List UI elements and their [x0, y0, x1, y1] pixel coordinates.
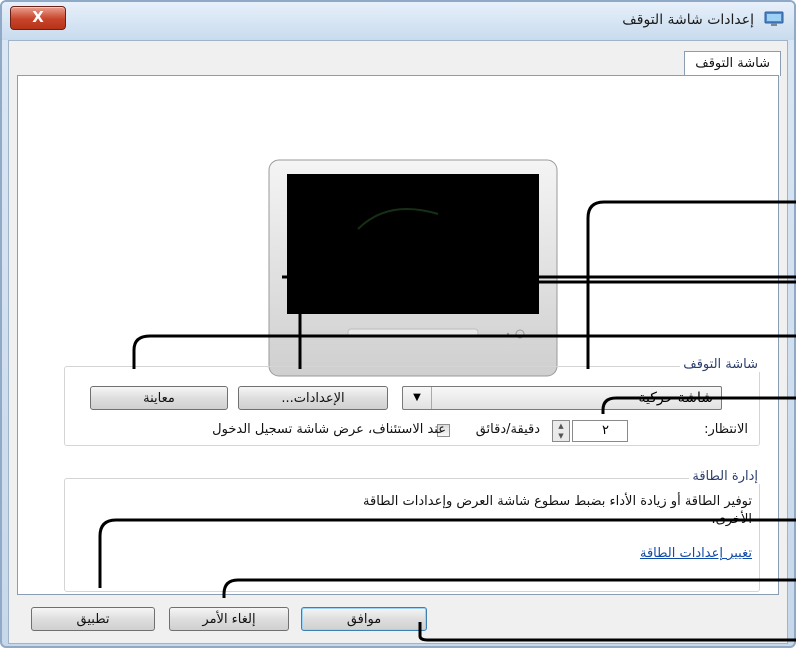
wait-minutes-spinner[interactable]: ▲ ▼ [552, 420, 570, 442]
settings-button[interactable]: الإعدادات... [238, 386, 388, 410]
wait-minutes-value: ٢ [602, 423, 609, 438]
minutes-label: دقيقة/دقائق [475, 422, 540, 437]
chevron-down-icon: ▼ [403, 387, 432, 409]
change-power-settings-link[interactable]: تغيير إعدادات الطاقة [640, 546, 752, 561]
dialog-body: شاشة التوقف شاشة التوقف ▼ شاشة حركية الإ… [8, 40, 788, 644]
screensaver-settings-window: X إعدادات شاشة التوقف شاشة التوقف شاشة ا… [0, 0, 796, 648]
preview-button[interactable]: معاينة [90, 386, 228, 410]
power-group-label: إدارة الطاقة [689, 469, 761, 484]
spin-up-icon[interactable]: ▲ [553, 421, 569, 431]
title-bar[interactable]: X إعدادات شاشة التوقف [2, 2, 794, 40]
spin-down-icon[interactable]: ▼ [553, 431, 569, 441]
apply-button[interactable]: تطبيق [31, 607, 155, 631]
wait-label: الانتظار: [704, 422, 748, 437]
tab-panel: شاشة التوقف ▼ شاشة حركية الإعدادات... مع… [17, 75, 779, 595]
power-description-line2: الأخرى. [711, 512, 752, 527]
resume-login-label[interactable]: عند الاستئناف، عرض شاشة تسجيل الدخول [212, 422, 446, 437]
screensaver-select[interactable]: ▼ شاشة حركية [402, 386, 722, 410]
tab-screensaver[interactable]: شاشة التوقف [684, 51, 781, 76]
close-button[interactable]: X [10, 6, 66, 30]
screensaver-group-label: شاشة التوقف [680, 357, 761, 372]
power-description-line1: توفير الطاقة أو زيادة الأداء بضبط سطوع ش… [363, 494, 752, 509]
cancel-button[interactable]: إلغاء الأمر [169, 607, 289, 631]
window-title: إعدادات شاشة التوقف [622, 12, 754, 28]
wait-minutes-input[interactable]: ٢ [572, 420, 628, 442]
ok-button[interactable]: موافق [301, 607, 427, 631]
display-settings-icon [764, 11, 784, 26]
screensaver-select-value: شاشة حركية [638, 390, 713, 406]
monitor-preview [268, 159, 558, 377]
